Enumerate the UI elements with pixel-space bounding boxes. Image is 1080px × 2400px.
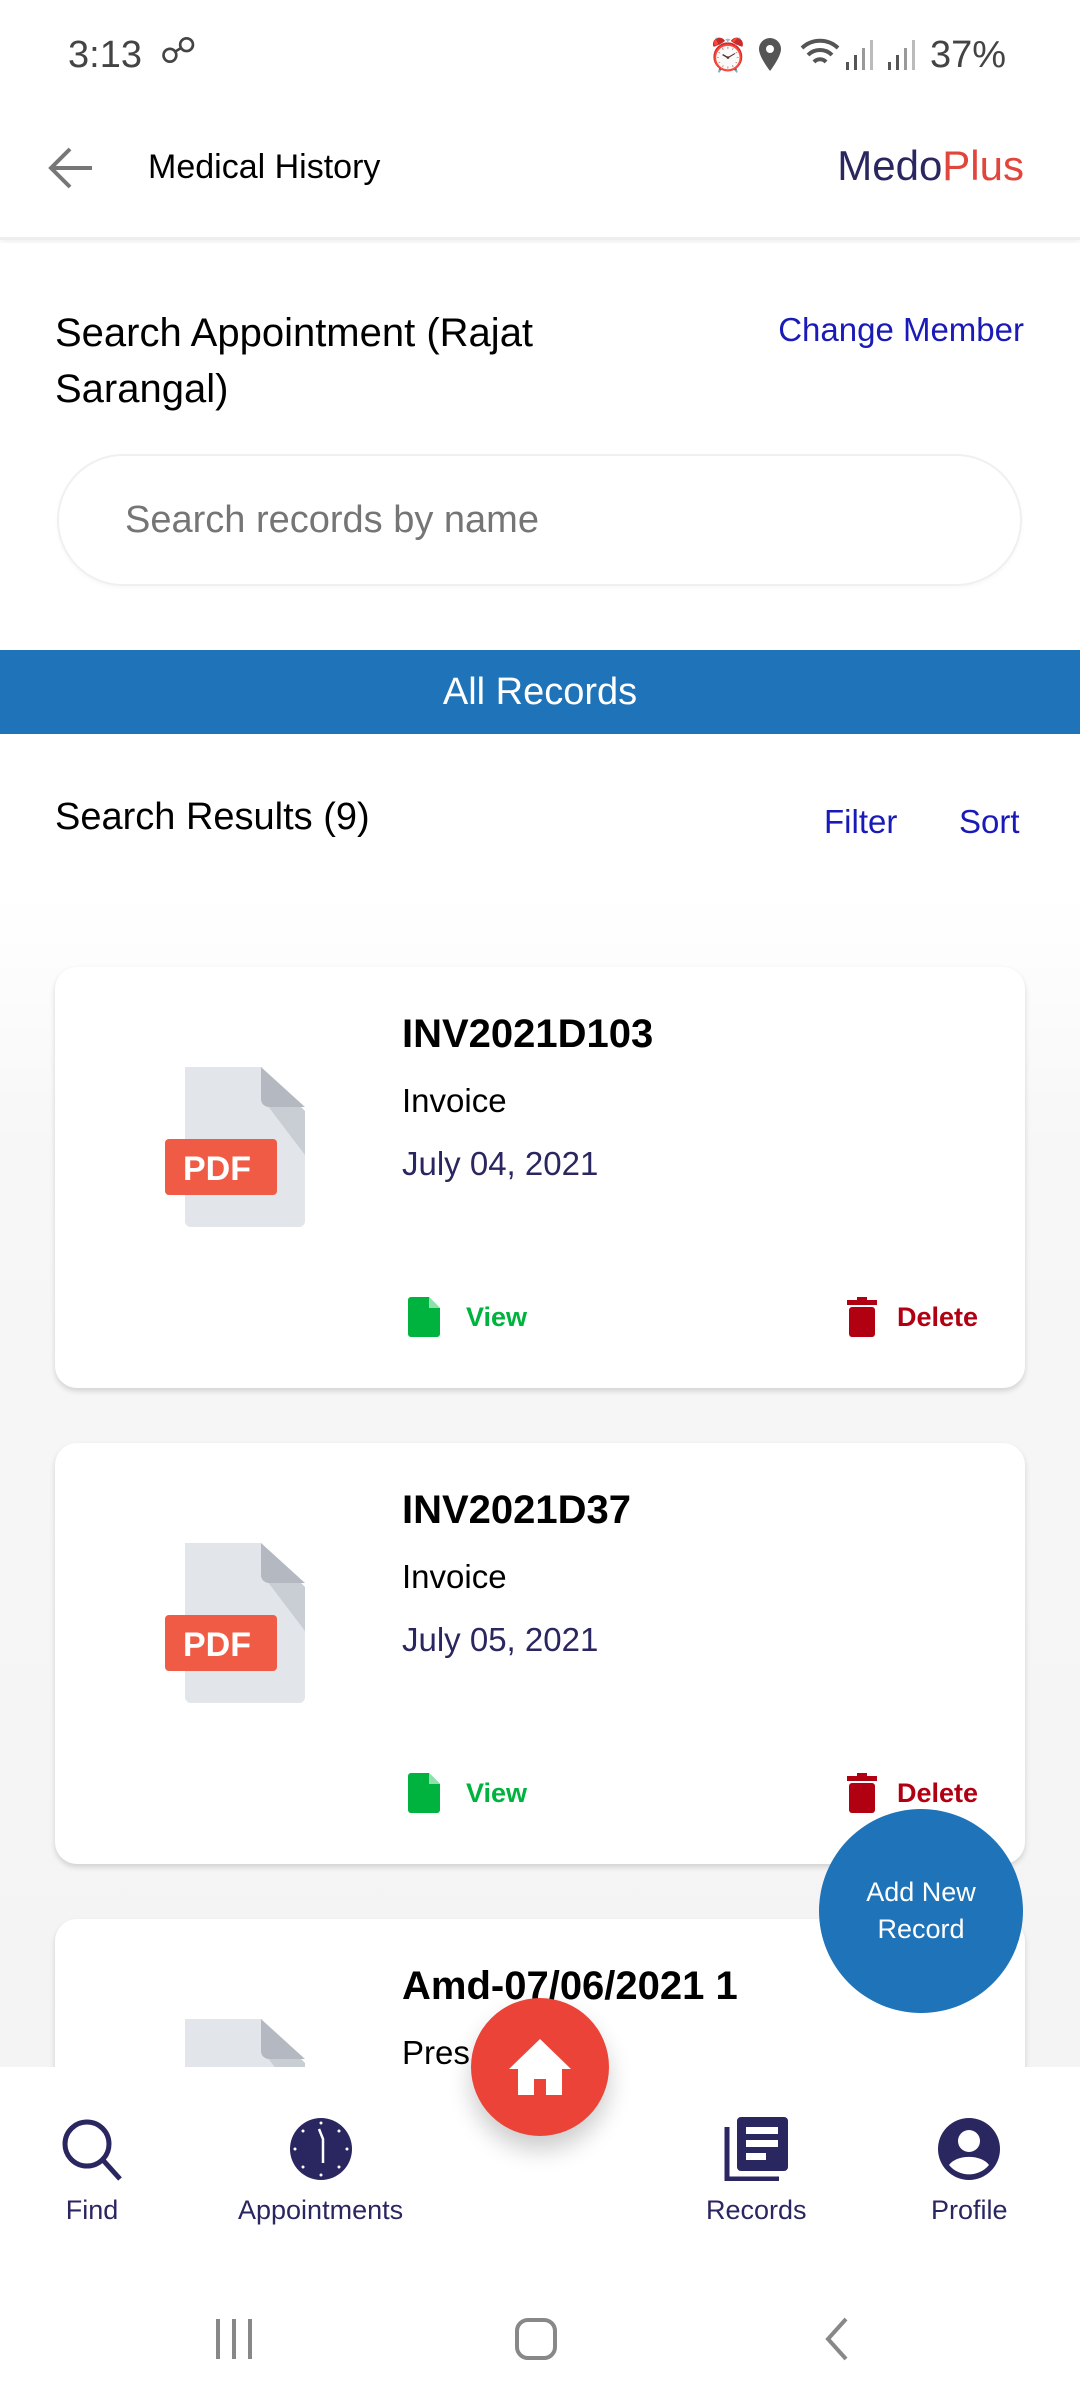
nav-find[interactable]: Find — [60, 2117, 124, 2226]
record-title: INV2021D37 — [402, 1488, 632, 1532]
file-icon — [408, 1773, 440, 1813]
status-time: 3:13 — [68, 34, 142, 76]
pdf-file-icon — [165, 1543, 305, 1703]
delete-label: Delete — [897, 1777, 979, 1808]
alarm-icon: ⏰ — [708, 37, 748, 73]
home-icon — [509, 2039, 571, 2095]
pdf-label: PDF — [183, 1626, 251, 1664]
add-label-line1: Add New — [866, 1877, 976, 1907]
change-member-link[interactable]: Change Member — [778, 311, 1024, 349]
pdf-label: PDF — [183, 1150, 251, 1188]
trash-icon — [847, 1297, 877, 1337]
record-type: Invoice — [402, 1082, 507, 1119]
nav-records[interactable]: Records — [706, 2117, 807, 2226]
nav-label: Records — [706, 2195, 807, 2225]
record-card[interactable]: PDF INV2021D103 Invoice July 04, 2021 Vi… — [55, 967, 1025, 1388]
brand-plus: Plus — [942, 142, 1024, 189]
tab-all-records[interactable]: All Records — [0, 650, 1080, 734]
system-nav-bar — [0, 2277, 1080, 2400]
record-date: July 05, 2021 — [402, 1621, 599, 1658]
results-title: Search Results (9) — [55, 796, 370, 838]
back-nav-icon[interactable] — [822, 2317, 852, 2361]
file-icon — [408, 1297, 440, 1337]
pdf-file-icon — [165, 1067, 305, 1227]
add-new-record-button[interactable]: Add New Record — [819, 1809, 1023, 2013]
records-icon — [724, 2117, 789, 2181]
record-title: INV2021D103 — [402, 1012, 654, 1056]
record-type: Invoice — [402, 1558, 507, 1595]
status-bar: 3:13 ☍ ⏰ 37% — [0, 0, 1080, 110]
search-icon — [62, 2119, 122, 2181]
recent-apps-icon[interactable] — [214, 2317, 254, 2361]
brand-logo: MedoPlus — [837, 142, 1024, 190]
home-button[interactable] — [471, 1998, 609, 2136]
trash-icon — [847, 1773, 877, 1813]
view-button[interactable]: View — [408, 1297, 527, 1337]
sort-button[interactable]: Sort — [959, 803, 1020, 841]
page-title: Medical History — [148, 148, 381, 186]
nav-appointments[interactable]: Appointments — [238, 2117, 403, 2226]
link-icon: ☍ — [160, 30, 197, 71]
signal-icon — [846, 40, 915, 70]
home-nav-icon[interactable] — [514, 2317, 558, 2361]
battery-level: 37% — [930, 34, 1007, 76]
search-title: Search Appointment (Rajat Sarangal) — [55, 311, 534, 411]
record-card[interactable]: PDF INV2021D37 Invoice July 05, 2021 Vie… — [55, 1443, 1025, 1864]
record-type: Pres — [402, 2034, 470, 2067]
view-button[interactable]: View — [408, 1773, 527, 1813]
add-label-line2: Record — [877, 1914, 965, 1944]
pdf-file-icon — [185, 2019, 305, 2067]
view-label: View — [466, 1301, 528, 1332]
main-content: Search Appointment (Rajat Sarangal) Chan… — [0, 243, 1080, 2067]
record-title: Amd-07/06/2021 1 — [402, 1964, 738, 2008]
filter-button[interactable]: Filter — [824, 803, 897, 841]
search-input[interactable] — [57, 454, 1022, 586]
back-arrow-icon[interactable] — [48, 146, 94, 190]
nav-label: Find — [65, 2195, 119, 2225]
location-icon — [759, 38, 781, 71]
nav-label: Profile — [931, 2195, 1008, 2225]
brand-medo: Medo — [837, 142, 943, 189]
profile-icon — [938, 2118, 1001, 2180]
bottom-nav: Find Appointments Records Profile — [0, 1998, 1080, 2277]
delete-label: Delete — [897, 1301, 979, 1332]
delete-button[interactable]: Delete — [847, 1773, 978, 1813]
nav-profile[interactable]: Profile — [931, 2117, 1008, 2226]
view-label: View — [466, 1777, 528, 1808]
clock-icon — [289, 2118, 352, 2180]
nav-label: Appointments — [238, 2195, 404, 2225]
delete-button[interactable]: Delete — [847, 1297, 978, 1337]
wifi-icon — [800, 38, 840, 64]
app-header: Medical History MedoPlus — [0, 110, 1080, 240]
record-date: July 04, 2021 — [402, 1145, 599, 1182]
